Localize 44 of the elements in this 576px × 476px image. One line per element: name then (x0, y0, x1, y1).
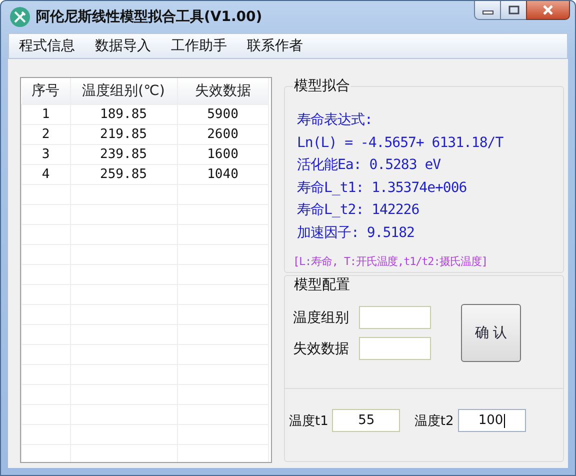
result-text: 寿命L_t1: 1.35374e+006 (297, 178, 468, 198)
table-cell: 1040 (177, 164, 268, 184)
menu-item[interactable]: 工作助手 (171, 37, 227, 55)
table-cell: 189.85 (70, 104, 177, 124)
table-cell: 1600 (177, 144, 268, 164)
result-text: 寿命表达式: (297, 111, 374, 130)
confirm-button[interactable]: 确 认 (461, 304, 521, 362)
field-label: 温度t1 (289, 412, 328, 430)
table-cell: 219.85 (70, 124, 177, 144)
column-header[interactable]: 序号 (22, 78, 70, 104)
column-header[interactable]: 失效数据 (177, 78, 268, 104)
field-label: 温度组别 (293, 308, 349, 326)
table-cell: 4 (22, 164, 70, 184)
input-field[interactable] (359, 337, 431, 360)
result-text: 加速因子: 9.5182 (297, 224, 416, 242)
field-label: 温度t2 (414, 412, 454, 430)
table-cell: 259.85 (70, 164, 177, 184)
close-icon (542, 5, 554, 15)
input-field[interactable]: 100 (458, 409, 526, 432)
table-cell: 5900 (177, 104, 268, 124)
menu-item[interactable]: 联系作者 (247, 37, 303, 55)
maximize-icon (508, 5, 520, 15)
menu-item[interactable]: 数据导入 (95, 37, 151, 55)
maximize-button[interactable] (500, 1, 527, 20)
table-cell: 2 (22, 124, 70, 144)
field-label: 失效数据 (293, 340, 349, 358)
legend-note: [L:寿命, T:开氏温度,t1/t2:摄氏温度] (293, 254, 488, 269)
input-field[interactable]: 55 (332, 409, 400, 432)
window-title: 阿伦尼斯线性模型拟合工具(V1.00) (36, 8, 262, 26)
table-cell: 1 (22, 104, 70, 124)
group-title: 模型配置 (293, 276, 351, 294)
minimize-button[interactable] (474, 1, 501, 20)
result-text: 活化能Ea: 0.5283 eV (297, 156, 442, 175)
tools-icon (10, 7, 30, 27)
menu-item[interactable]: 程式信息 (19, 37, 75, 55)
table-cell: 239.85 (70, 144, 177, 164)
table-cell: 2600 (177, 124, 268, 144)
input-field[interactable] (359, 306, 431, 329)
column-header[interactable]: 温度组别(℃) (70, 78, 177, 104)
close-button[interactable] (526, 1, 570, 20)
group-title: 模型拟合 (293, 77, 351, 95)
result-text: 寿命L_t2: 142226 (297, 201, 420, 220)
table-cell: 3 (22, 144, 70, 164)
result-text: Ln(L) = -4.5657+ 6131.18/T (297, 134, 504, 152)
